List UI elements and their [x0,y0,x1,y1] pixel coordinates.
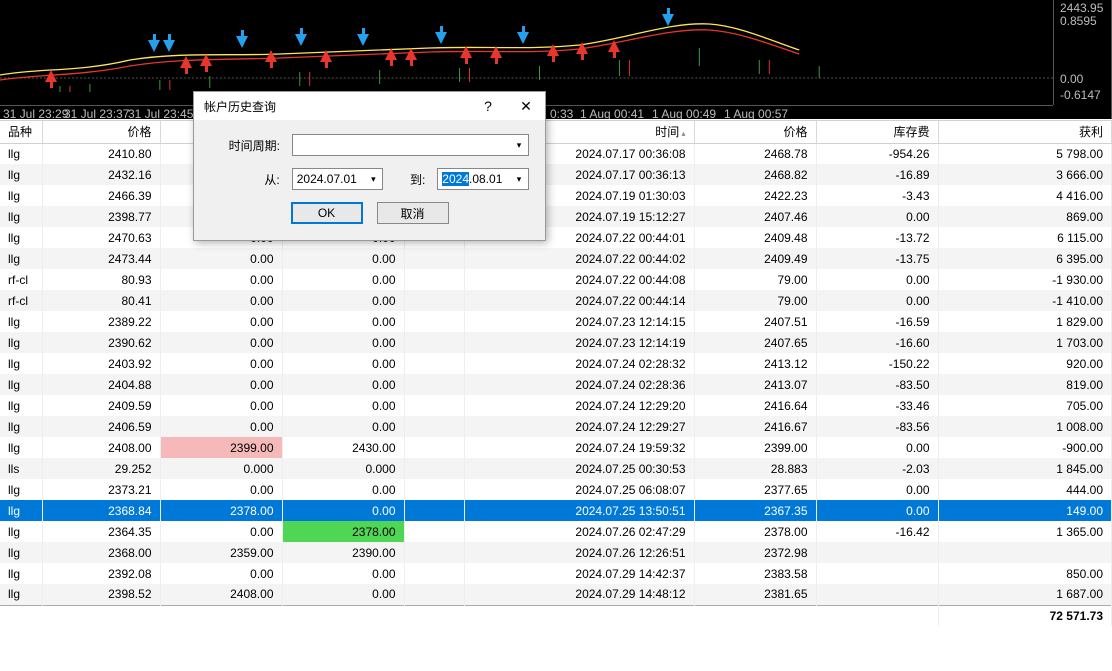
table-row[interactable]: llg2364.350.002378.002024.07.26 02:47:29… [0,521,1112,542]
arrow-up-icon [490,46,502,58]
history-query-dialog: 帐户历史查询 ? ✕ 时间周期: ▾ 从: ▾ 到: 2024.08.01 ▾ … [193,91,546,241]
to-date[interactable]: 2024.08.01 ▾ [437,168,529,190]
chevron-down-icon[interactable]: ▾ [511,136,527,154]
to-input-selection: 2024 [442,172,469,186]
ok-button[interactable]: OK [291,202,363,224]
col-header[interactable]: 价格 [694,121,816,143]
arrow-up-icon [576,42,588,54]
arrow-up-icon [320,50,332,62]
arrow-up-icon [460,46,472,58]
from-label: 从: [210,171,280,188]
col-header[interactable]: 价格 [42,121,160,143]
arrow-down-icon [295,34,307,46]
table-row[interactable]: llg2390.620.000.002024.07.23 12:14:19240… [0,332,1112,353]
table-row[interactable]: llg2368.002359.002390.002024.07.26 12:26… [0,542,1112,563]
history-table[interactable]: 品种价格时间价格库存费获利 llg2410.802024.07.17 00:36… [0,121,1112,626]
arrow-up-icon [405,48,417,60]
table-row[interactable]: llg2408.002399.002430.002024.07.24 19:59… [0,437,1112,458]
help-button[interactable]: ? [469,92,507,120]
col-header[interactable]: 获利 [938,121,1112,143]
table-row[interactable]: llg2410.802024.07.17 00:36:082468.78-954… [0,143,1112,164]
arrow-up-icon [180,56,192,68]
period-label: 时间周期: [210,137,280,154]
chart-panel[interactable]: 2443.95 0.8595 0.00 -0.6147 31 Jul 23:29… [0,0,1112,119]
table-row[interactable]: llg2432.162024.07.17 00:36:132468.82-16.… [0,164,1112,185]
arrow-down-icon [148,40,160,52]
chart-area[interactable] [0,0,1053,105]
dialog-title: 帐户历史查询 [204,98,276,115]
chevron-down-icon[interactable]: ▾ [365,170,381,188]
table-row[interactable]: llg2398.522408.000.002024.07.29 14:48:12… [0,584,1112,605]
table-row[interactable]: llg2473.440.000.002024.07.22 00:44:02240… [0,248,1112,269]
arrow-down-icon [435,32,447,44]
arrow-down-icon [163,40,175,52]
table-row[interactable]: llg2403.920.000.002024.07.24 02:28:32241… [0,353,1112,374]
arrow-down-icon [662,14,674,26]
arrow-down-icon [517,32,529,44]
table-row[interactable]: llg2373.210.000.002024.07.25 06:08:07237… [0,479,1112,500]
arrow-up-icon [265,50,277,62]
chevron-down-icon[interactable]: ▾ [511,170,527,188]
from-input[interactable] [297,172,359,186]
table-row[interactable]: rf-cl80.410.000.002024.07.22 00:44:1479.… [0,290,1112,311]
from-date[interactable]: ▾ [292,168,384,190]
dialog-titlebar[interactable]: 帐户历史查询 ? ✕ [194,92,545,120]
table-row[interactable]: llg2404.880.000.002024.07.24 02:28:36241… [0,374,1112,395]
table-row[interactable]: rf-cl80.930.000.002024.07.22 00:44:0879.… [0,269,1112,290]
table-row[interactable]: llg2466.392024.07.19 01:30:032422.23-3.4… [0,185,1112,206]
total-cell: 72 571.73 [938,605,1112,626]
arrow-down-icon [357,34,369,46]
table-row[interactable]: llg2470.630.000.002024.07.22 00:44:01240… [0,227,1112,248]
to-label: 到: [391,171,425,188]
table-row[interactable]: llg2409.590.000.002024.07.24 12:29:20241… [0,395,1112,416]
arrow-down-icon [236,36,248,48]
chart-yscale: 2443.95 0.8595 0.00 -0.6147 [1053,0,1111,105]
table-row[interactable]: llg2368.842378.000.002024.07.25 13:50:51… [0,500,1112,521]
arrow-up-icon [200,54,212,66]
table-row[interactable]: llg2398.772024.07.19 15:12:272407.460.00… [0,206,1112,227]
arrow-up-icon [45,70,57,82]
col-header[interactable]: 库存费 [816,121,938,143]
table-row[interactable]: lls29.2520.0000.0002024.07.25 00:30:5328… [0,458,1112,479]
table-row[interactable]: llg2389.220.000.002024.07.23 12:14:15240… [0,311,1112,332]
table-row[interactable]: llg2392.080.000.002024.07.29 14:42:37238… [0,563,1112,584]
arrow-up-icon [608,40,620,52]
close-button[interactable]: ✕ [507,92,545,120]
col-header[interactable]: 品种 [0,121,42,143]
history-grid[interactable]: 品种价格时间价格库存费获利 llg2410.802024.07.17 00:36… [0,120,1112,671]
arrow-up-icon [547,44,559,56]
chart-svg [0,0,1053,105]
period-combo[interactable]: ▾ [292,134,529,156]
table-row[interactable]: llg2406.590.000.002024.07.24 12:29:27241… [0,416,1112,437]
arrow-up-icon [385,48,397,60]
cancel-button[interactable]: 取消 [377,202,449,224]
